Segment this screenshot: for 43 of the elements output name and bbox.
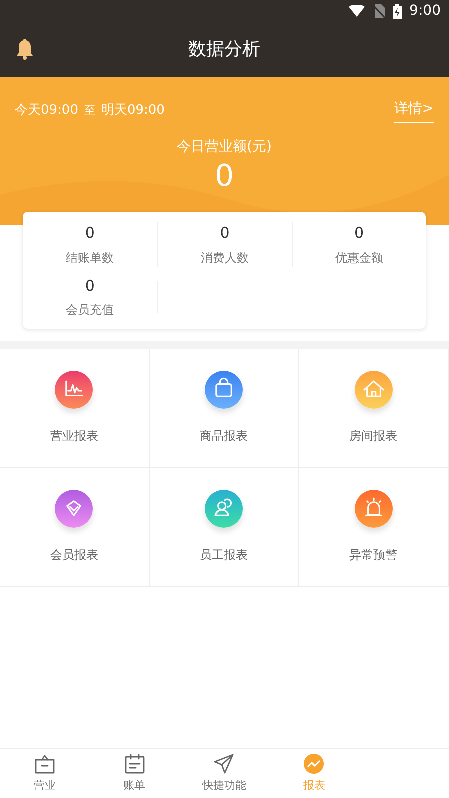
stat-label: 会员充值 [66, 302, 114, 319]
report-label: 会员报表 [50, 547, 98, 564]
stat-value: 0 [85, 223, 95, 244]
stat-value: 0 [220, 223, 230, 244]
report-tile[interactable]: 会员报表 [0, 468, 150, 587]
stat-value: 0 [85, 276, 95, 296]
report-tile[interactable]: 房间报表 [299, 349, 449, 468]
tab[interactable]: 账单 [90, 749, 180, 798]
report-icon [204, 490, 243, 528]
report-label: 营业报表 [50, 428, 98, 445]
no-sim-icon [372, 4, 385, 18]
report-icon [354, 371, 393, 409]
report-icon [55, 490, 94, 528]
report-tile[interactable]: 异常预警 [299, 468, 449, 587]
status-time: 9:00 [410, 2, 441, 20]
report-tile[interactable]: 营业报表 [0, 349, 150, 468]
report-icon [55, 371, 94, 409]
report-tile[interactable]: 员工报表 [150, 468, 300, 587]
revenue-value: 0 [214, 158, 234, 196]
stat-label: 消费人数 [200, 250, 249, 266]
stat-label: 结账单数 [66, 250, 114, 266]
paper-plane-icon [212, 752, 236, 776]
report-icon [204, 371, 243, 409]
report-icon [354, 490, 393, 528]
revenue-label: 今日营业额(元) [177, 138, 272, 157]
report-tile[interactable]: 商品报表 [150, 349, 300, 468]
window-title: 数据分析 [188, 38, 260, 62]
battery-charging-icon [392, 4, 402, 18]
report-label: 房间报表 [350, 428, 398, 445]
report-label: 商品报表 [200, 428, 248, 445]
chart-icon [302, 752, 326, 776]
range-start: 今天09:00 [15, 102, 78, 120]
range-separator: 至 [84, 102, 96, 119]
stat-label: 优惠金额 [335, 250, 384, 266]
report-label: 异常预警 [350, 547, 398, 564]
calendar-icon [122, 752, 147, 776]
range-end: 明天09:00 [101, 102, 165, 120]
report-label: 员工报表 [200, 547, 248, 564]
stat-value: 0 [354, 223, 364, 244]
bell-icon[interactable] [16, 38, 34, 60]
tab[interactable]: 快捷功能 [180, 749, 270, 798]
wifi-icon [348, 5, 365, 17]
tab[interactable]: 营业 [0, 749, 90, 798]
